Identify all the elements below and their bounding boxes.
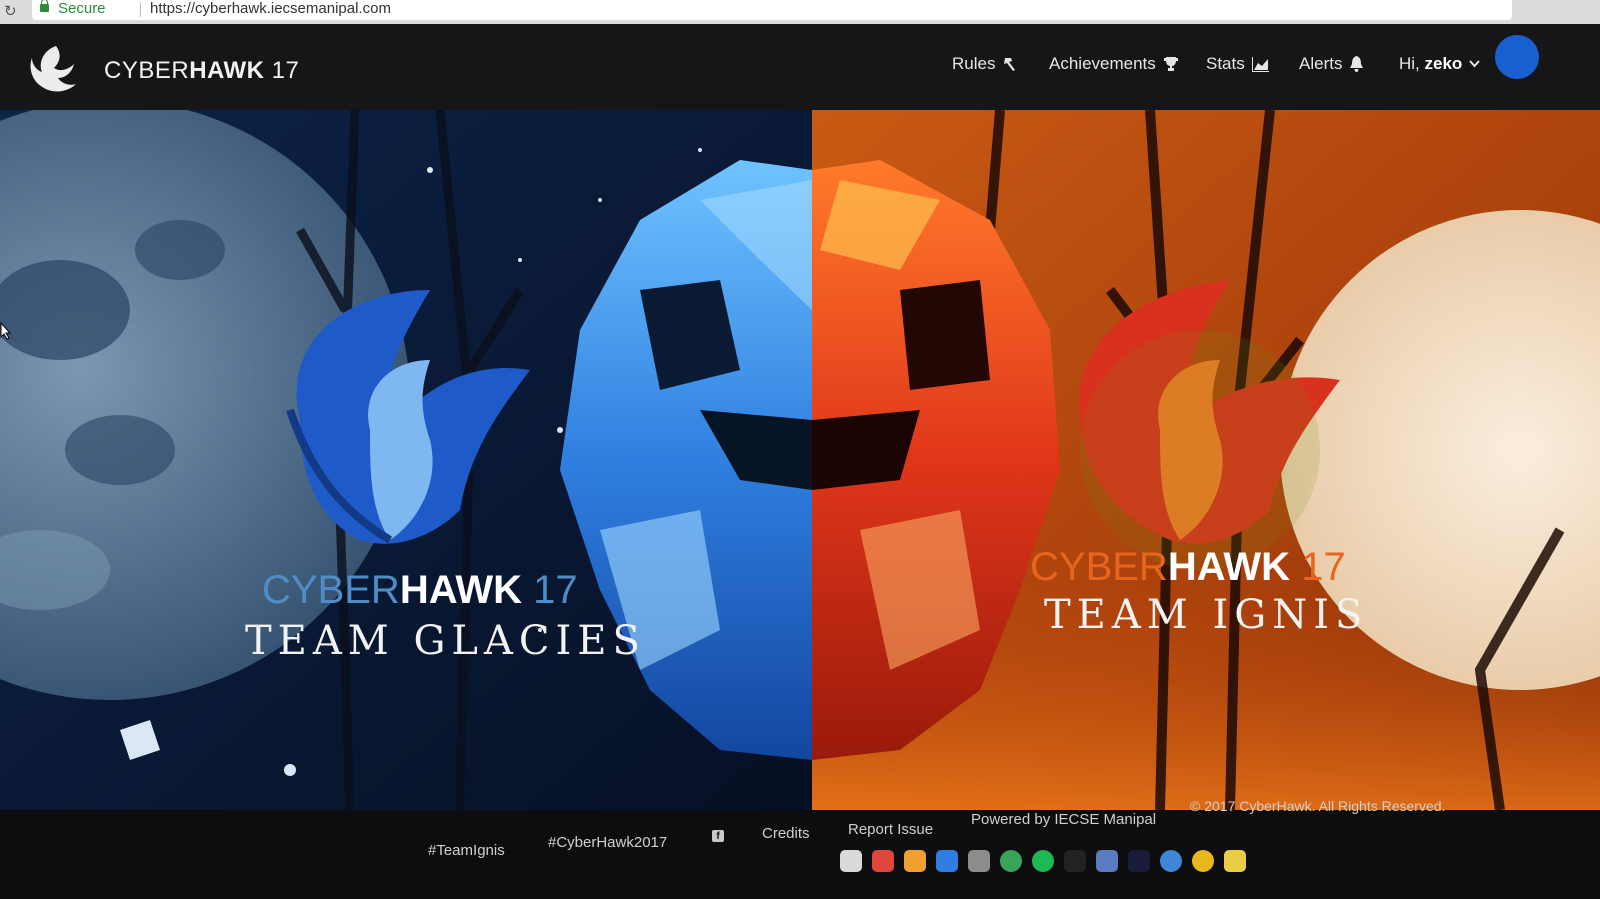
ignis-title-light: CYBER — [1030, 545, 1168, 589]
nav-alerts-label: Alerts — [1299, 54, 1343, 73]
url-separator — [140, 2, 141, 17]
avatar[interactable] — [1495, 35, 1539, 79]
trophy-icon — [1163, 57, 1178, 71]
glacies-title-light: CYBER — [262, 568, 400, 612]
hero-banner: CYBERHAWK 17 TEAM GLACIES CYBERHAWK 17 T… — [0, 110, 1600, 810]
dock-app-icon[interactable] — [1192, 850, 1214, 872]
facebook-icon[interactable]: f — [712, 830, 724, 842]
dock-app-icon[interactable] — [1032, 850, 1054, 872]
hammer-icon — [1004, 58, 1016, 71]
os-dock — [640, 850, 1260, 890]
bell-icon — [1350, 56, 1364, 72]
reload-icon[interactable]: ↻ — [4, 2, 17, 20]
footer-credits[interactable]: Credits — [762, 825, 810, 842]
dock-app-icon[interactable] — [1000, 850, 1022, 872]
dock-app-icon[interactable] — [1160, 850, 1182, 872]
hero-artwork — [0, 110, 1600, 810]
app-window: { "browser": { "secure_label": "Secure",… — [0, 0, 1600, 899]
logo-icon[interactable] — [26, 42, 82, 98]
nav-alerts[interactable]: Alerts — [1299, 54, 1364, 74]
footer-event-tag[interactable]: #CyberHawk2017 — [548, 834, 667, 851]
glacies-title-bold: HAWK — [399, 568, 523, 612]
nav-achievements-label: Achievements — [1049, 54, 1156, 73]
greeting-prefix: Hi, — [1399, 54, 1425, 73]
nav-stats[interactable]: Stats — [1206, 54, 1270, 74]
greeting-text: Hi, zeko — [1399, 54, 1462, 74]
dock-app-icon[interactable] — [1064, 850, 1086, 872]
username: zeko — [1424, 54, 1463, 73]
ignis-title-num: 17 — [1301, 545, 1346, 589]
footer-team-tag[interactable]: #TeamIgnis — [428, 842, 505, 859]
lock-icon — [40, 0, 49, 12]
ignis-title: CYBERHAWK 17 — [1030, 545, 1346, 590]
mouse-cursor-icon — [0, 322, 12, 340]
site-navbar: CYBERHAWK 17 Rules Achievements Stats Al… — [0, 24, 1600, 111]
brand-bold: HAWK — [189, 57, 265, 84]
dock-app-icon[interactable] — [1224, 850, 1246, 872]
nav-stats-label: Stats — [1206, 54, 1245, 73]
chart-icon — [1251, 57, 1269, 72]
dock-app-icon[interactable] — [936, 850, 958, 872]
glacies-title-num: 17 — [533, 568, 578, 612]
dock-app-icon[interactable] — [1128, 850, 1150, 872]
address-bar[interactable]: Secure https://cyberhawk.iecsemanipal.co… — [32, 0, 1512, 20]
dock-app-icon[interactable] — [872, 850, 894, 872]
url-text[interactable]: https://cyberhawk.iecsemanipal.com — [150, 0, 391, 17]
brand-num: 17 — [264, 57, 300, 84]
footer-copyright: © 2017 CyberHawk. All Rights Reserved. — [1190, 798, 1446, 814]
nav-rules[interactable]: Rules — [952, 54, 1018, 74]
brand-title[interactable]: CYBERHAWK 17 — [104, 57, 299, 85]
nav-achievements[interactable]: Achievements — [1049, 54, 1179, 74]
secure-label: Secure — [58, 0, 106, 17]
footer-powered-by[interactable]: Powered by IECSE Manipal — [971, 811, 1156, 828]
dock-app-icon[interactable] — [968, 850, 990, 872]
ignis-title-bold: HAWK — [1167, 545, 1291, 589]
browser-bar: ↻ Secure https://cyberhawk.iecsemanipal.… — [0, 0, 1600, 24]
dock-app-icon[interactable] — [904, 850, 926, 872]
nav-rules-label: Rules — [952, 54, 996, 73]
footer-report-issue[interactable]: Report Issue — [848, 821, 933, 838]
chevron-down-icon — [1469, 60, 1481, 68]
ignis-team-name: TEAM IGNIS — [1044, 592, 1369, 638]
dock-app-icon[interactable] — [840, 850, 862, 872]
glacies-title: CYBERHAWK 17 — [262, 568, 578, 613]
user-menu[interactable]: Hi, zeko — [1399, 54, 1481, 74]
glacies-team-name: TEAM GLACIES — [245, 618, 646, 664]
dock-app-icon[interactable] — [1096, 850, 1118, 872]
brand-light: CYBER — [104, 57, 190, 84]
